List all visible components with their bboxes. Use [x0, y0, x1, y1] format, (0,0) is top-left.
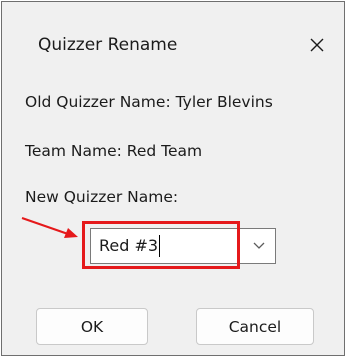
dropdown-button[interactable] — [243, 229, 275, 263]
quizzer-rename-dialog: Quizzer Rename Old Quizzer Name: Tyler B… — [1, 1, 345, 356]
team-name: Team Name: Red Team — [25, 142, 203, 160]
new-quizzer-name-label: New Quizzer Name: — [25, 188, 179, 206]
close-icon — [310, 38, 324, 52]
close-button[interactable] — [300, 28, 334, 62]
old-quizzer-name: Old Quizzer Name: Tyler Blevins — [25, 93, 273, 111]
dialog-title: Quizzer Rename — [38, 35, 178, 55]
chevron-down-icon — [253, 242, 265, 249]
ok-button[interactable]: OK — [36, 308, 148, 345]
cancel-button[interactable]: Cancel — [196, 308, 314, 345]
highlight-box — [82, 221, 240, 269]
